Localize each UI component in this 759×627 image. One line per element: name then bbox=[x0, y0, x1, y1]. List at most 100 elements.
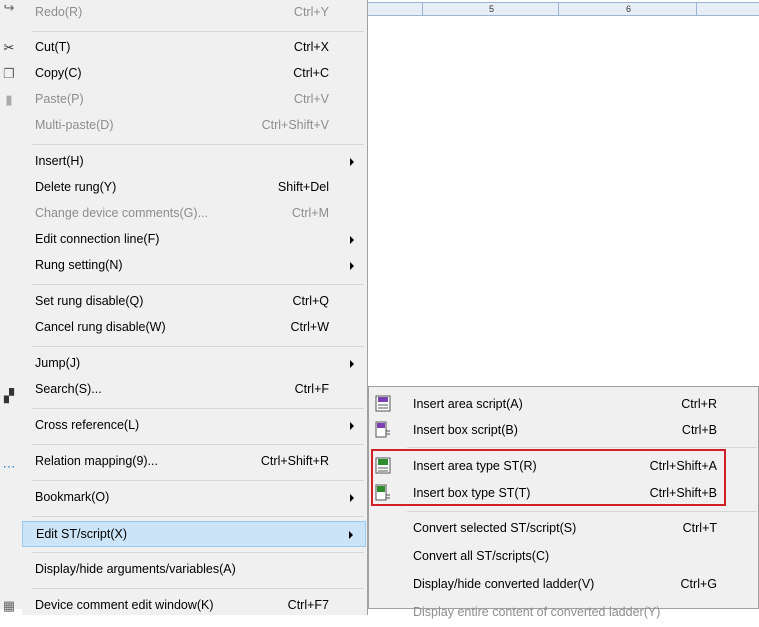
submenu-item-label: Convert selected ST/script(S) bbox=[413, 521, 577, 535]
menu-item-delete-rung[interactable]: Delete rung(Y) Shift+Del bbox=[22, 175, 366, 201]
submenu-item-display-hide-converted-ladder[interactable]: Display/hide converted ladder(V) Ctrl+G bbox=[369, 569, 741, 599]
menu-item-change-device-comments[interactable]: Change device comments(G)... Ctrl+M bbox=[22, 201, 366, 227]
menu-item-shortcut: Ctrl+M bbox=[291, 206, 329, 220]
edit-context-menu: Redo(R) Ctrl+Y Cut(T) Ctrl+X Copy(C) Ctr… bbox=[22, 0, 368, 615]
area-script-icon bbox=[375, 395, 391, 412]
menu-item-label: Jump(J) bbox=[35, 356, 81, 370]
menu-separator bbox=[32, 346, 364, 347]
menu-separator bbox=[32, 31, 364, 32]
ruler-tick bbox=[558, 2, 559, 16]
menu-item-edit-connection-line[interactable]: Edit connection line(F) bbox=[22, 227, 366, 253]
menu-item-shortcut: Shift+Del bbox=[277, 180, 329, 194]
binoculars-icon: ▞ bbox=[4, 388, 14, 403]
menu-item-display-hide-arguments[interactable]: Display/hide arguments/variables(A) bbox=[22, 557, 366, 583]
menu-separator bbox=[32, 516, 364, 517]
submenu-item-shortcut: Ctrl+T bbox=[682, 521, 717, 535]
menu-item-shortcut: Ctrl+Shift+R bbox=[260, 454, 329, 468]
cut-icon: ✂ bbox=[3, 40, 15, 55]
submenu-arrow-icon bbox=[350, 422, 354, 430]
annotation-highlight-box bbox=[371, 449, 726, 506]
submenu-separator bbox=[407, 447, 757, 448]
menu-item-label: Cancel rung disable(W) bbox=[35, 320, 166, 334]
submenu-separator bbox=[407, 511, 757, 512]
ruler-tick bbox=[696, 2, 697, 16]
menu-item-shortcut: Ctrl+W bbox=[290, 320, 329, 334]
ruler-label-5: 5 bbox=[489, 4, 495, 14]
menu-item-label: Relation mapping(9)... bbox=[35, 454, 158, 468]
menu-item-paste[interactable]: Paste(P) Ctrl+V bbox=[22, 87, 366, 113]
submenu-item-shortcut: Ctrl+G bbox=[680, 577, 717, 591]
submenu-item-convert-all[interactable]: Convert all ST/scripts(C) bbox=[369, 541, 741, 571]
menu-item-copy[interactable]: Copy(C) Ctrl+C bbox=[22, 61, 366, 87]
menu-item-label: Cross reference(L) bbox=[35, 418, 140, 432]
paste-icon: ▮ bbox=[5, 92, 13, 107]
menu-item-jump[interactable]: Jump(J) bbox=[22, 351, 366, 377]
menu-item-label: Redo(R) bbox=[35, 5, 83, 19]
submenu-item-label: Insert area script(A) bbox=[413, 397, 523, 411]
menu-item-label: Edit connection line(F) bbox=[35, 232, 160, 246]
submenu-item-label: Display/hide converted ladder(V) bbox=[413, 577, 595, 591]
menu-separator bbox=[32, 480, 364, 481]
box-script-icon bbox=[375, 421, 390, 438]
menu-separator bbox=[32, 408, 364, 409]
menu-item-insert[interactable]: Insert(H) bbox=[22, 149, 366, 175]
menu-separator bbox=[32, 552, 364, 553]
menu-item-label: Delete rung(Y) bbox=[35, 180, 117, 194]
menu-item-shortcut: Ctrl+V bbox=[293, 92, 329, 106]
menu-item-cancel-rung-disable[interactable]: Cancel rung disable(W) Ctrl+W bbox=[22, 315, 366, 341]
menu-item-label: Edit ST/script(X) bbox=[36, 527, 127, 541]
ruler-tick bbox=[422, 2, 423, 16]
menu-item-shortcut: Ctrl+C bbox=[293, 66, 329, 80]
submenu-item-display-entire-content[interactable]: Display entire content of converted ladd… bbox=[369, 597, 741, 627]
menu-item-label: Rung setting(N) bbox=[35, 258, 123, 272]
menu-item-relation-mapping[interactable]: Relation mapping(9)... Ctrl+Shift+R bbox=[22, 449, 366, 475]
menu-item-label: Change device comments(G)... bbox=[35, 206, 208, 220]
menu-separator bbox=[32, 284, 364, 285]
menu-item-device-comment-edit-window[interactable]: Device comment edit window(K) Ctrl+F7 bbox=[22, 593, 366, 619]
ruler-label-6: 6 bbox=[626, 4, 632, 14]
submenu-item-shortcut: Ctrl+B bbox=[681, 423, 717, 437]
menu-item-cut[interactable]: Cut(T) Ctrl+X bbox=[22, 35, 366, 61]
submenu-arrow-icon bbox=[350, 158, 354, 166]
submenu-arrow-icon bbox=[350, 262, 354, 270]
menu-item-label: Search(S)... bbox=[35, 382, 102, 396]
menu-item-label: Cut(T) bbox=[35, 40, 71, 54]
menu-item-label: Multi-paste(D) bbox=[35, 118, 114, 132]
submenu-arrow-icon bbox=[350, 360, 354, 368]
menu-item-shortcut: Ctrl+Q bbox=[292, 294, 329, 308]
menu-item-shortcut: Ctrl+Y bbox=[293, 5, 329, 19]
menu-item-shortcut: Ctrl+F7 bbox=[287, 598, 329, 612]
ruler-band bbox=[368, 2, 759, 16]
submenu-item-convert-selected[interactable]: Convert selected ST/script(S) Ctrl+T bbox=[369, 513, 741, 543]
menu-separator bbox=[32, 444, 364, 445]
redo-icon: ↪ bbox=[3, 0, 15, 15]
menu-item-label: Bookmark(O) bbox=[35, 490, 110, 504]
menu-item-redo[interactable]: Redo(R) Ctrl+Y bbox=[22, 0, 366, 26]
menu-item-rung-setting[interactable]: Rung setting(N) bbox=[22, 253, 366, 279]
menu-item-label: Paste(P) bbox=[35, 92, 84, 106]
menu-item-shortcut: Ctrl+F bbox=[294, 382, 329, 396]
submenu-item-insert-box-script[interactable]: Insert box script(B) Ctrl+B bbox=[369, 415, 741, 445]
menu-item-search[interactable]: Search(S)... Ctrl+F bbox=[22, 377, 366, 403]
submenu-item-label: Insert box script(B) bbox=[413, 423, 518, 437]
menu-separator bbox=[32, 144, 364, 145]
submenu-item-label: Display entire content of converted ladd… bbox=[413, 605, 661, 619]
menu-item-label: Insert(H) bbox=[35, 154, 84, 168]
menu-item-shortcut: Ctrl+X bbox=[293, 40, 329, 54]
menu-item-label: Set rung disable(Q) bbox=[35, 294, 144, 308]
menu-item-label: Display/hide arguments/variables(A) bbox=[35, 562, 236, 576]
comment-window-icon: ▦ bbox=[2, 598, 16, 613]
copy-icon: ❐ bbox=[3, 66, 15, 81]
menu-item-cross-reference[interactable]: Cross reference(L) bbox=[22, 413, 366, 439]
submenu-arrow-icon bbox=[350, 494, 354, 502]
menu-item-bookmark[interactable]: Bookmark(O) bbox=[22, 485, 366, 511]
menu-item-edit-st-script[interactable]: Edit ST/script(X) bbox=[22, 521, 366, 547]
menu-item-label: Device comment edit window(K) bbox=[35, 598, 214, 612]
menu-separator bbox=[32, 588, 364, 589]
submenu-arrow-icon bbox=[349, 531, 353, 539]
menu-item-set-rung-disable[interactable]: Set rung disable(Q) Ctrl+Q bbox=[22, 289, 366, 315]
menu-item-multi-paste[interactable]: Multi-paste(D) Ctrl+Shift+V bbox=[22, 113, 366, 139]
relation-mapping-icon: ⋯ bbox=[2, 459, 16, 474]
submenu-item-label: Convert all ST/scripts(C) bbox=[413, 549, 550, 563]
submenu-item-shortcut: Ctrl+R bbox=[681, 397, 717, 411]
